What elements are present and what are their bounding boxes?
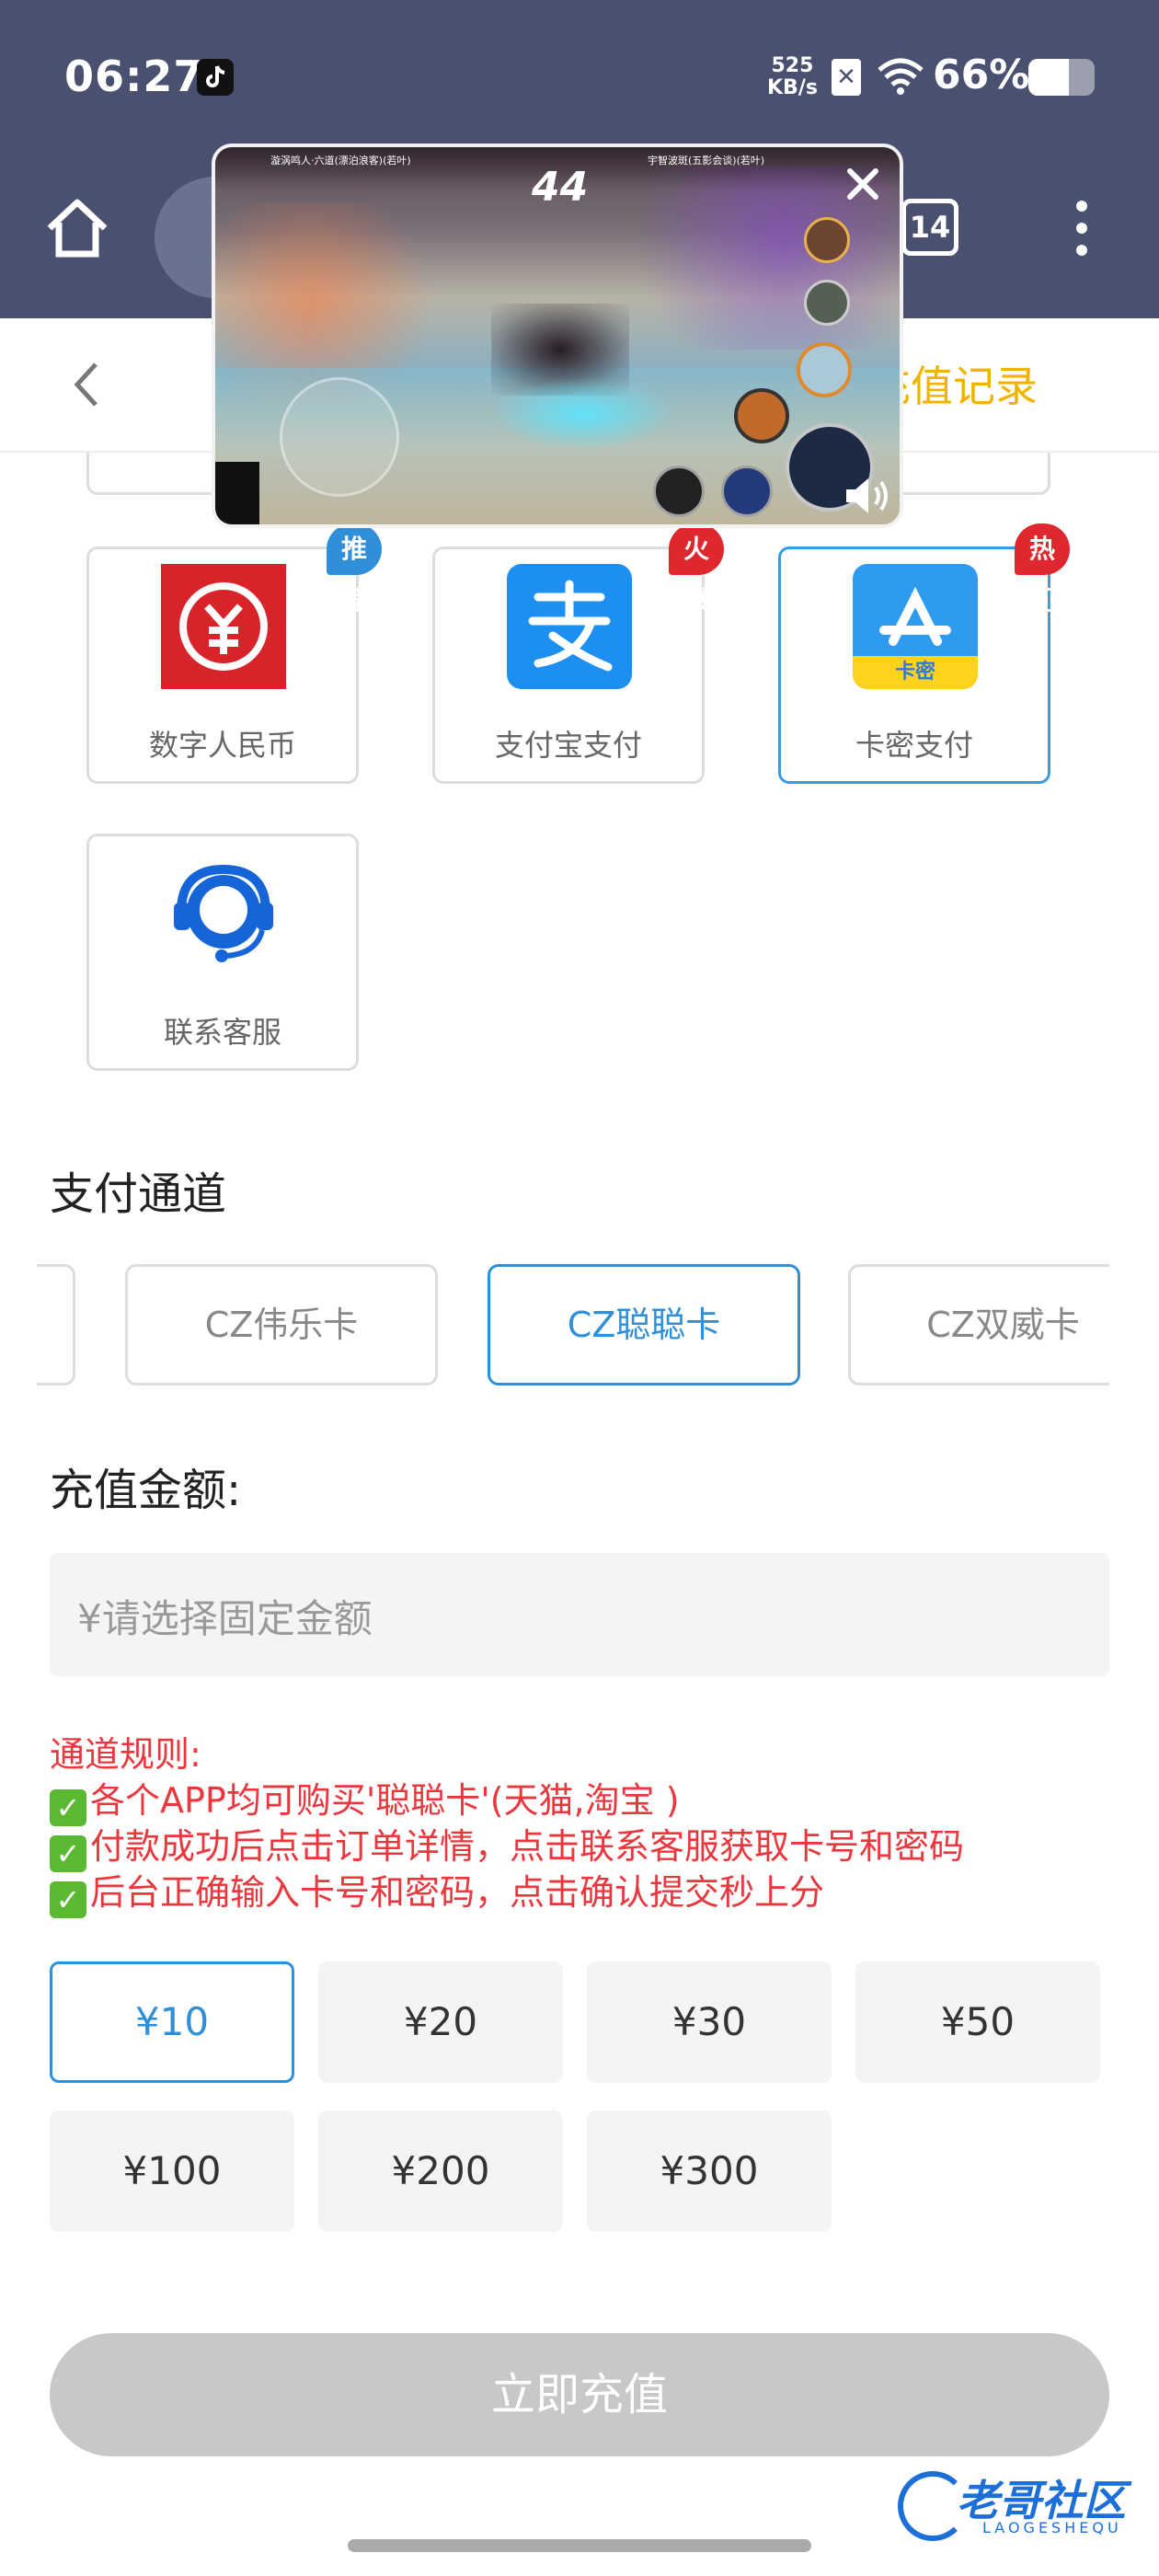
status-bar: 06:27 525 KB/s ✕ 66% [0, 0, 1159, 156]
skill-button [734, 388, 789, 443]
pay-method-card-code[interactable]: 卡密 卡密支付 热门 [778, 523, 1071, 784]
skill-button [721, 466, 773, 517]
recommend-badge: 推荐 [327, 523, 383, 615]
tab-count: 14 [909, 210, 951, 245]
game-left-team: 漩涡鸣人·六道(漂泊浪客)(若叶) [270, 155, 411, 167]
headset-icon [161, 851, 286, 976]
rule-text: 各个APP均可购买'聪聪卡'(天猫,淘宝 ) [90, 1780, 680, 1821]
rules-title: 通道规则: [50, 1734, 201, 1775]
player-avatar [215, 462, 259, 524]
card-code-icon-text: 卡密 [894, 661, 935, 684]
amount-option-50[interactable]: ¥50 [855, 1961, 1100, 2083]
channel-shuangwei[interactable]: CZ双威卡 [848, 1264, 1109, 1386]
pay-method-label: 卡密支付 [855, 728, 973, 763]
pay-method-digital-rmb[interactable]: 数字人民币 推荐 [86, 523, 383, 784]
watermark-logo: 老哥社区 LAOGESHEQU [898, 2466, 1146, 2548]
amount-option-30[interactable]: ¥30 [587, 1961, 832, 2083]
tabs-button[interactable]: 14 [901, 199, 958, 256]
alipay-icon [507, 564, 632, 689]
network-speed: 525 KB/s [767, 55, 818, 99]
skill-button [804, 280, 850, 326]
battery-icon [1028, 59, 1095, 96]
amount-option-20[interactable]: ¥20 [318, 1961, 563, 2083]
channel-weile[interactable]: CZ伟乐卡 [125, 1264, 438, 1386]
no-sim-icon: ✕ [832, 59, 861, 96]
wifi-icon [876, 55, 925, 96]
amount-option-100[interactable]: ¥100 [50, 2110, 294, 2232]
watermark-subtitle: LAOGESHEQU [982, 2519, 1122, 2536]
rule-text: 付款成功后点击订单详情，点击联系客服获取卡号和密码 [90, 1826, 965, 1867]
pay-method-alipay[interactable]: 支付宝支付 火爆 [432, 523, 725, 784]
amount-section-title: 充值金额: [50, 1465, 242, 1516]
amount-option-300[interactable]: ¥300 [587, 2110, 832, 2232]
battery-percent: 66% [933, 52, 1030, 98]
skill-button [653, 466, 705, 517]
game-right-team: 宇智波斑(五影会谈)(若叶) [648, 155, 765, 167]
amount-input-placeholder: ¥请选择固定金额 [77, 1596, 373, 1641]
hot-badge: 火爆 [669, 523, 725, 615]
pay-method-customer-service[interactable]: 联系客服 [86, 834, 359, 1071]
rule-text: 后台正确输入卡号和密码，点击确认提交秒上分 [90, 1872, 825, 1913]
popular-badge: 热门 [1015, 523, 1071, 615]
speed-value: 525 [771, 54, 814, 77]
amount-option-200[interactable]: ¥200 [318, 2110, 563, 2232]
pay-method-label: 联系客服 [163, 1015, 281, 1050]
digital-rmb-icon [161, 564, 286, 689]
channel-card-partial[interactable] [37, 1264, 75, 1386]
skill-button [797, 342, 852, 397]
speed-unit: KB/s [767, 76, 818, 99]
volume-icon[interactable] [843, 473, 894, 519]
more-menu-icon[interactable] [1073, 199, 1091, 258]
pay-method-label: 支付宝支付 [494, 728, 642, 763]
rule-line: ✓ 后台正确输入卡号和密码，点击确认提交秒上分 [50, 1864, 824, 1918]
card-code-icon: 卡密 [853, 564, 978, 689]
channel-congcong[interactable]: CZ聪聪卡 [488, 1264, 800, 1386]
home-icon[interactable] [42, 193, 112, 263]
tiktok-icon [197, 59, 234, 96]
status-time: 06:27 [64, 52, 204, 101]
pay-method-label: 数字人民币 [148, 728, 296, 763]
floating-video-player[interactable]: 漩涡鸣人·六道(漂泊浪客)(若叶) 宇智波斑(五影会谈)(若叶) 44 [212, 144, 903, 528]
submit-recharge-button[interactable]: 立即充值 [50, 2333, 1109, 2456]
game-ring [491, 377, 675, 451]
skill-button [804, 217, 850, 263]
joystick [280, 377, 399, 497]
game-score: 44 [532, 164, 589, 211]
channel-section-title: 支付通道 [50, 1168, 227, 1220]
home-indicator[interactable] [348, 2539, 811, 2552]
amount-option-10[interactable]: ¥10 [50, 1961, 294, 2083]
close-icon[interactable] [837, 158, 889, 210]
check-icon: ✓ [50, 1881, 86, 1918]
back-icon[interactable] [68, 357, 105, 412]
amount-input[interactable]: ¥请选择固定金额 [50, 1553, 1109, 1676]
